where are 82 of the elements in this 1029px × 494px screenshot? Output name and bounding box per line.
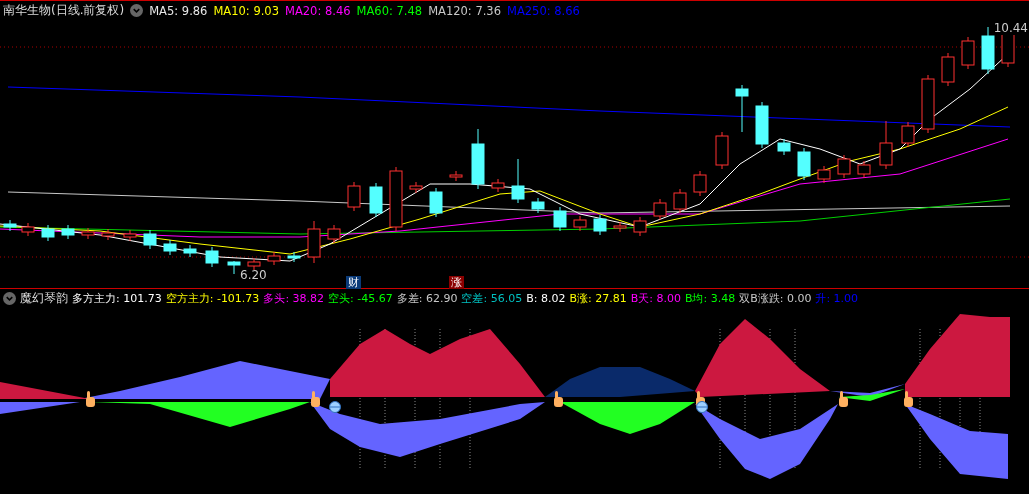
candlestick (553, 206, 567, 232)
candlestick (879, 120, 893, 170)
candlestick (981, 26, 995, 75)
candlestick (633, 216, 647, 237)
indicator-value: 多差: 62.90 (396, 290, 458, 306)
candlestick (449, 170, 463, 182)
candlestick (735, 84, 749, 133)
candlestick (205, 246, 219, 268)
candlestick (81, 227, 95, 240)
indicator-value: B天: 8.00 (630, 290, 681, 306)
ma-legend-value: MA20: 8.46 (285, 3, 351, 18)
candlestick (471, 128, 485, 190)
candlestick (389, 166, 403, 232)
high-price-label: 10.44 (992, 21, 1029, 35)
event-marker[interactable]: 财 (346, 276, 361, 289)
candlestick (693, 170, 707, 197)
hand-pointer-icon (311, 391, 320, 407)
candlestick (101, 228, 115, 241)
candlestick (41, 224, 55, 242)
ma-legend-value: MA5: 9.86 (149, 3, 208, 18)
candlestick (817, 165, 831, 184)
candlestick (287, 251, 301, 263)
indicator-name: 魔幻琴韵 (20, 289, 68, 307)
candlestick (777, 138, 791, 156)
stock-title: 南华生物(日线.前复权) (3, 2, 125, 19)
candlestick (327, 224, 341, 244)
candlestick (163, 239, 177, 256)
candlestick (429, 187, 443, 218)
hand-pointer-icon (86, 391, 95, 407)
candlestick (921, 74, 935, 134)
candlestick (797, 147, 811, 181)
candlestick (941, 52, 955, 87)
hand-pointer-icon (904, 391, 913, 407)
candlestick (61, 224, 75, 240)
dropdown-icon[interactable] (3, 291, 16, 305)
globe-icon (329, 401, 341, 413)
indicator-value: 空差: 56.05 (461, 290, 523, 306)
indicator-value: 双B涨跌: 0.00 (739, 290, 812, 306)
hand-pointer-icon (839, 391, 848, 407)
candlestick (857, 160, 871, 179)
candlestick (21, 222, 35, 237)
candlestick (3, 219, 17, 232)
candlestick (613, 221, 627, 233)
ma-legend-value: MA250: 8.66 (507, 3, 580, 18)
candlestick (143, 229, 157, 250)
candlestick (491, 178, 505, 193)
candlestick (837, 154, 851, 179)
candlestick (901, 121, 915, 148)
candlestick (593, 214, 607, 236)
indicator-value: B涨: 27.81 (569, 290, 627, 306)
indicator-value: 空方主力: -101.73 (165, 290, 260, 306)
candlestick (307, 220, 321, 264)
indicator-value: B均: 3.48 (684, 290, 736, 306)
candlestick (531, 197, 545, 214)
candlestick (653, 198, 667, 221)
candlestick (673, 188, 687, 214)
candlestick (715, 131, 729, 170)
globe-icon (696, 401, 708, 413)
candlestick (247, 257, 261, 271)
dropdown-icon[interactable] (130, 4, 144, 17)
indicator-value: 多头: 38.82 (263, 290, 325, 306)
low-price-label: 6.20 (240, 268, 267, 282)
indicator-value: 空头: -45.67 (328, 290, 393, 306)
candlestick (755, 101, 769, 149)
indicator-value: 升: 1.00 (815, 290, 859, 306)
ma-legend-value: MA120: 7.36 (428, 3, 501, 18)
ma-legend-value: MA10: 9.03 (213, 3, 279, 18)
candlestick (369, 182, 383, 218)
ma-legend-value: MA60: 7.48 (356, 3, 423, 18)
event-marker[interactable]: 涨 (449, 276, 464, 289)
hand-pointer-icon (554, 391, 563, 407)
indicator-value: 多方主力: 101.73 (72, 290, 162, 306)
candlestick (511, 158, 525, 204)
candlestick (347, 181, 361, 212)
candlestick (123, 229, 137, 242)
candlestick (573, 215, 587, 232)
candlestick (183, 244, 197, 258)
candlestick (267, 251, 281, 266)
candlestick (227, 260, 241, 275)
candlestick (409, 181, 423, 194)
indicator-value: B: 8.02 (526, 291, 566, 305)
candlestick (961, 36, 975, 70)
